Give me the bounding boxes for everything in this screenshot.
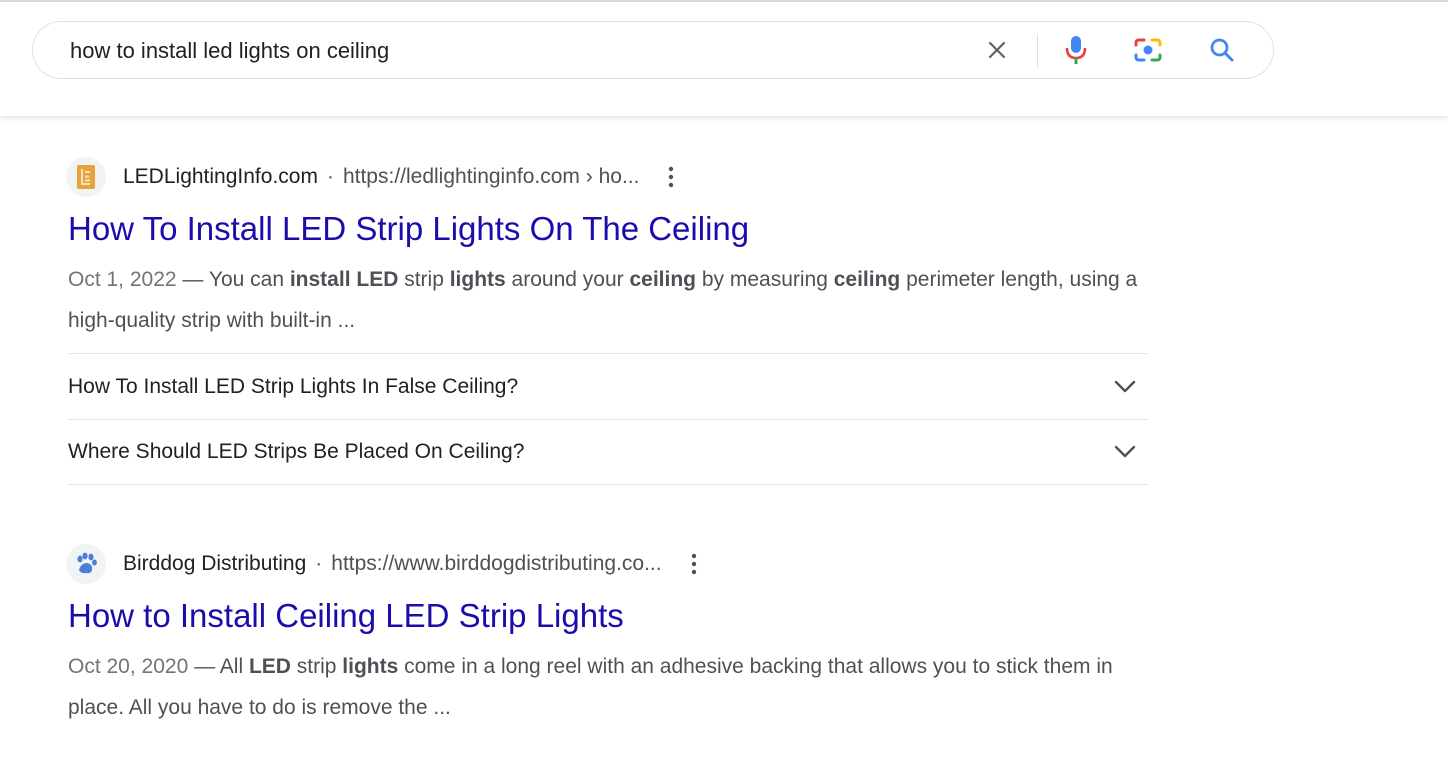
more-options-button[interactable] [659,159,683,195]
result-favicon[interactable] [66,157,106,197]
more-options-button[interactable] [682,546,706,582]
result-cite: LEDLightingInfo.com · https://ledlightin… [66,155,1148,199]
cite-separator: · [315,552,323,575]
snippet-text: around your [505,268,630,291]
result-title-link[interactable]: How to Install Ceiling LED Strip Lights [68,596,1148,636]
result-date: Oct 20, 2020 [68,655,189,678]
faq-item[interactable]: How To Install LED Strip Lights In False… [68,353,1148,419]
clear-button[interactable] [978,31,1016,69]
faq-question: How To Install LED Strip Lights In False… [68,374,519,398]
result-title-link[interactable]: How To Install LED Strip Lights On The C… [68,209,1148,249]
search-input[interactable] [70,22,950,80]
close-icon [988,41,1006,59]
snippet-text: All [219,655,249,678]
snippet-text: strip [398,268,450,291]
chevron-down-icon [1110,372,1140,402]
snippet-text: You can [208,268,290,291]
result-site-name[interactable]: LEDLightingInfo.com [123,165,318,189]
search-box[interactable] [32,21,1274,80]
camera-lens-icon [1134,38,1162,62]
related-questions: How To Install LED Strip Lights In False… [68,353,1148,485]
snippet-bold: LED [248,655,291,678]
chevron-down-icon [1110,437,1140,467]
microphone-icon [1065,36,1087,64]
result-snippet: Oct 20, 2020 — All LED strip lights come… [68,646,1148,728]
snippet-bold: ceiling [629,268,696,291]
result-favicon[interactable] [66,544,106,584]
result-date: Oct 1, 2022 [68,268,177,291]
result-url[interactable]: https://ledlightinginfo.com › ho... [343,165,640,189]
search-button[interactable] [1203,31,1241,69]
search-divider [1037,34,1038,68]
snippet-dash: — [176,268,209,291]
snippet-bold: lights [449,268,506,291]
paw-print-icon [77,552,97,574]
snippet-text: by measuring [696,268,834,291]
snippet-text: strip [290,655,343,678]
result-url[interactable]: https://www.birddogdistributing.co... [331,552,661,576]
search-header [0,2,1448,116]
snippet-bold: lights [342,655,399,678]
result-site-name[interactable]: Birddog Distributing [123,552,306,576]
search-result: Birddog Distributing · https://www.birdd… [66,542,1148,728]
voice-search-button[interactable] [1057,31,1095,69]
search-icon [1210,38,1234,62]
search-result: LEDLightingInfo.com · https://ledlightin… [66,155,1148,485]
snippet-bold: install LED [289,268,399,291]
cite-separator: · [326,165,334,188]
result-snippet: Oct 1, 2022 — You can install LED strip … [68,259,1148,341]
led-lighting-info-favicon [77,165,95,189]
result-cite: Birddog Distributing · https://www.birdd… [66,542,1148,586]
snippet-bold: ceiling [833,268,901,291]
faq-item[interactable]: Where Should LED Strips Be Placed On Cei… [68,419,1148,485]
more-vert-icon [691,553,696,575]
snippet-dash: — [188,655,220,678]
image-search-button[interactable] [1129,31,1167,69]
more-vert-icon [669,166,674,188]
faq-question: Where Should LED Strips Be Placed On Cei… [68,440,525,463]
